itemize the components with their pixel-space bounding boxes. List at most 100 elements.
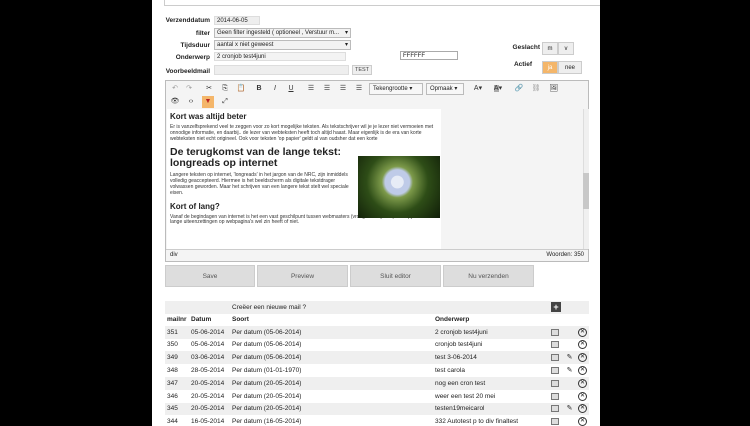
preview-eye-icon[interactable]: 👁 [170, 96, 180, 108]
edit-icon[interactable]: ✎ [565, 353, 574, 362]
row-datum: 20-05-2014 [189, 376, 230, 390]
row-datum: 03-06-2014 [189, 351, 230, 365]
send-now-button[interactable]: Nu verzenden [443, 265, 534, 287]
delete-icon[interactable]: ✕ [578, 327, 587, 337]
editor-scrollthumb[interactable] [583, 173, 589, 209]
tijdsduur-select[interactable]: aantal x niet geweest [214, 40, 351, 50]
row-datum: 05-06-2014 [189, 325, 230, 339]
row-onderwerp: test carola [435, 367, 465, 375]
rich-text-editor: ↶ ↷ ✂ ⎘ 📋 B I U ☰ ☰ ☰ ☰ Tekengrootte ▾ O… [165, 80, 589, 262]
undo-icon[interactable]: ↶ [170, 83, 180, 95]
align-center-icon[interactable]: ☰ [322, 83, 332, 95]
table-row[interactable]: 350 05-06-2014 Per datum (05-06-2014) cronj… [165, 339, 589, 352]
verzenddatum-label: Verzenddatum [165, 17, 210, 24]
table-row[interactable]: 348 28-05-2014 Per datum (01-01-1970) test … [165, 364, 589, 377]
voorbeeldmail-input[interactable] [214, 65, 349, 75]
content-heading-2: De terugkomst van de lange tekst: longre… [170, 146, 341, 170]
onderwerp-input[interactable]: 2 cronjob test4juni [214, 52, 346, 61]
copy-mail-icon[interactable] [551, 354, 559, 362]
align-justify-icon[interactable]: ☰ [354, 83, 364, 95]
delete-icon[interactable]: ✕ [578, 378, 587, 388]
table-header-row: mailnr Datum Soort Onderwerp [165, 314, 589, 326]
color-input[interactable]: FFFFFF [400, 51, 458, 60]
delete-icon[interactable]: ✕ [578, 417, 587, 426]
header-onderwerp: Onderwerp [435, 316, 470, 324]
bold-button[interactable]: B [254, 83, 264, 95]
underline-button[interactable]: U [286, 83, 296, 95]
editor-content[interactable]: Kort was altijd beter Er is vanzelfsprek… [167, 109, 441, 249]
row-mailnr: 348 [167, 367, 178, 375]
delete-icon[interactable]: ✕ [578, 391, 587, 401]
copy-mail-icon[interactable] [551, 366, 559, 374]
table-row[interactable]: 349 03-06-2014 Per datum (05-06-2014) test … [165, 351, 589, 365]
row-onderwerp: nog een cron test [433, 376, 549, 390]
format-select[interactable]: Opmaak ▾ [426, 83, 464, 95]
table-row[interactable]: 347 20-05-2014 Per datum (20-05-2014) nog e… [165, 376, 589, 390]
copy-mail-icon[interactable] [551, 392, 559, 400]
row-mailnr: 351 [165, 325, 189, 339]
edit-icon[interactable]: ✎ [565, 366, 574, 375]
close-editor-button[interactable]: Sluit editor [350, 265, 441, 287]
test-button[interactable]: TEST [352, 65, 372, 75]
verzenddatum-input[interactable]: 2014-06-05 [214, 16, 260, 25]
table-row[interactable]: 344 16-05-2014 Per datum (16-05-2014) 332 A… [165, 415, 589, 426]
row-datum: 20-05-2014 [189, 402, 230, 416]
table-row[interactable]: 345 20-05-2014 Per datum (20-05-2014) teste… [165, 402, 589, 416]
text-color-button[interactable]: A▾ [469, 83, 487, 95]
align-left-icon[interactable]: ☰ [306, 83, 316, 95]
copy-mail-icon[interactable] [551, 341, 559, 349]
header-soort: Soort [232, 316, 249, 324]
delete-icon[interactable]: ✕ [578, 366, 587, 376]
copy-icon[interactable]: ⎘ [220, 83, 230, 95]
add-mail-plus-icon[interactable]: + [551, 302, 561, 313]
bg-color-button[interactable]: A▾ [489, 83, 507, 95]
row-onderwerp: 332 Autotest p to div finaltest [435, 418, 519, 426]
filter-label: filter [195, 30, 210, 37]
template-icon[interactable]: ▼ [202, 96, 214, 108]
paste-icon[interactable]: 📋 [236, 83, 246, 95]
filter-select[interactable]: Geen filter ingesteld ( optioneel , Vers… [214, 28, 351, 38]
actief-ja-toggle[interactable]: ja [542, 61, 558, 74]
actief-nee-toggle[interactable]: nee [558, 61, 582, 74]
cut-icon[interactable]: ✂ [204, 83, 214, 95]
delete-icon[interactable]: ✕ [578, 340, 587, 350]
save-button[interactable]: Save [165, 265, 255, 287]
table-row[interactable]: 346 20-05-2014 Per datum (20-05-2014) weer … [165, 390, 589, 403]
text-color-label: A [473, 85, 479, 92]
image-icon[interactable]: 🖼 [548, 83, 560, 95]
delete-icon[interactable]: ✕ [578, 404, 587, 414]
italic-button[interactable]: I [270, 83, 280, 95]
row-soort: Per datum (20-05-2014) [232, 392, 302, 400]
row-datum: 16-05-2014 [191, 418, 225, 426]
copy-mail-icon[interactable] [551, 328, 559, 336]
align-right-icon[interactable]: ☰ [338, 83, 348, 95]
row-onderwerp: cronjob test4juni [435, 341, 483, 349]
onderwerp-label: Onderwerp [175, 54, 210, 61]
geslacht-m-toggle[interactable]: m [542, 42, 558, 55]
row-mailnr: 344 [167, 418, 178, 426]
link-icon[interactable]: 🔗 [514, 83, 524, 95]
copy-mail-icon[interactable] [551, 379, 559, 387]
copy-mail-icon[interactable] [551, 418, 559, 426]
copy-mail-icon[interactable] [551, 405, 559, 413]
unlink-icon[interactable]: ⛓ [531, 83, 541, 95]
page-container: Verzenddatum 2014-06-05 filter Geen filt… [152, 0, 600, 426]
fontsize-select[interactable]: Tekengrootte ▾ [369, 83, 423, 95]
preview-button[interactable]: Preview [257, 265, 348, 287]
format-label: Opmaak [430, 86, 453, 92]
content-paragraph-2: Langere teksten op internet, 'longreads'… [170, 172, 349, 196]
table-row[interactable]: 351 05-06-2014 Per datum (05-06-2014) 2 cro… [165, 325, 589, 339]
fullscreen-icon[interactable]: ⤢ [220, 96, 230, 108]
geslacht-v-toggle[interactable]: v [558, 42, 574, 55]
redo-icon[interactable]: ↷ [184, 83, 194, 95]
row-mailnr: 347 [165, 376, 189, 390]
content-paragraph-1: Er is vanzelfsprekend veel te zeggen voo… [170, 124, 434, 142]
geslacht-label: Geslacht [512, 44, 540, 51]
source-code-icon[interactable]: ‹› [186, 96, 196, 108]
row-datum: 20-05-2014 [191, 392, 225, 400]
row-datum: 28-05-2014 [191, 367, 225, 375]
edit-icon[interactable]: ✎ [565, 404, 574, 413]
editor-statusbar: div Woorden: 350 [166, 249, 588, 261]
delete-icon[interactable]: ✕ [578, 353, 587, 363]
tijdsduur-label: Tijdsduur [180, 42, 211, 49]
